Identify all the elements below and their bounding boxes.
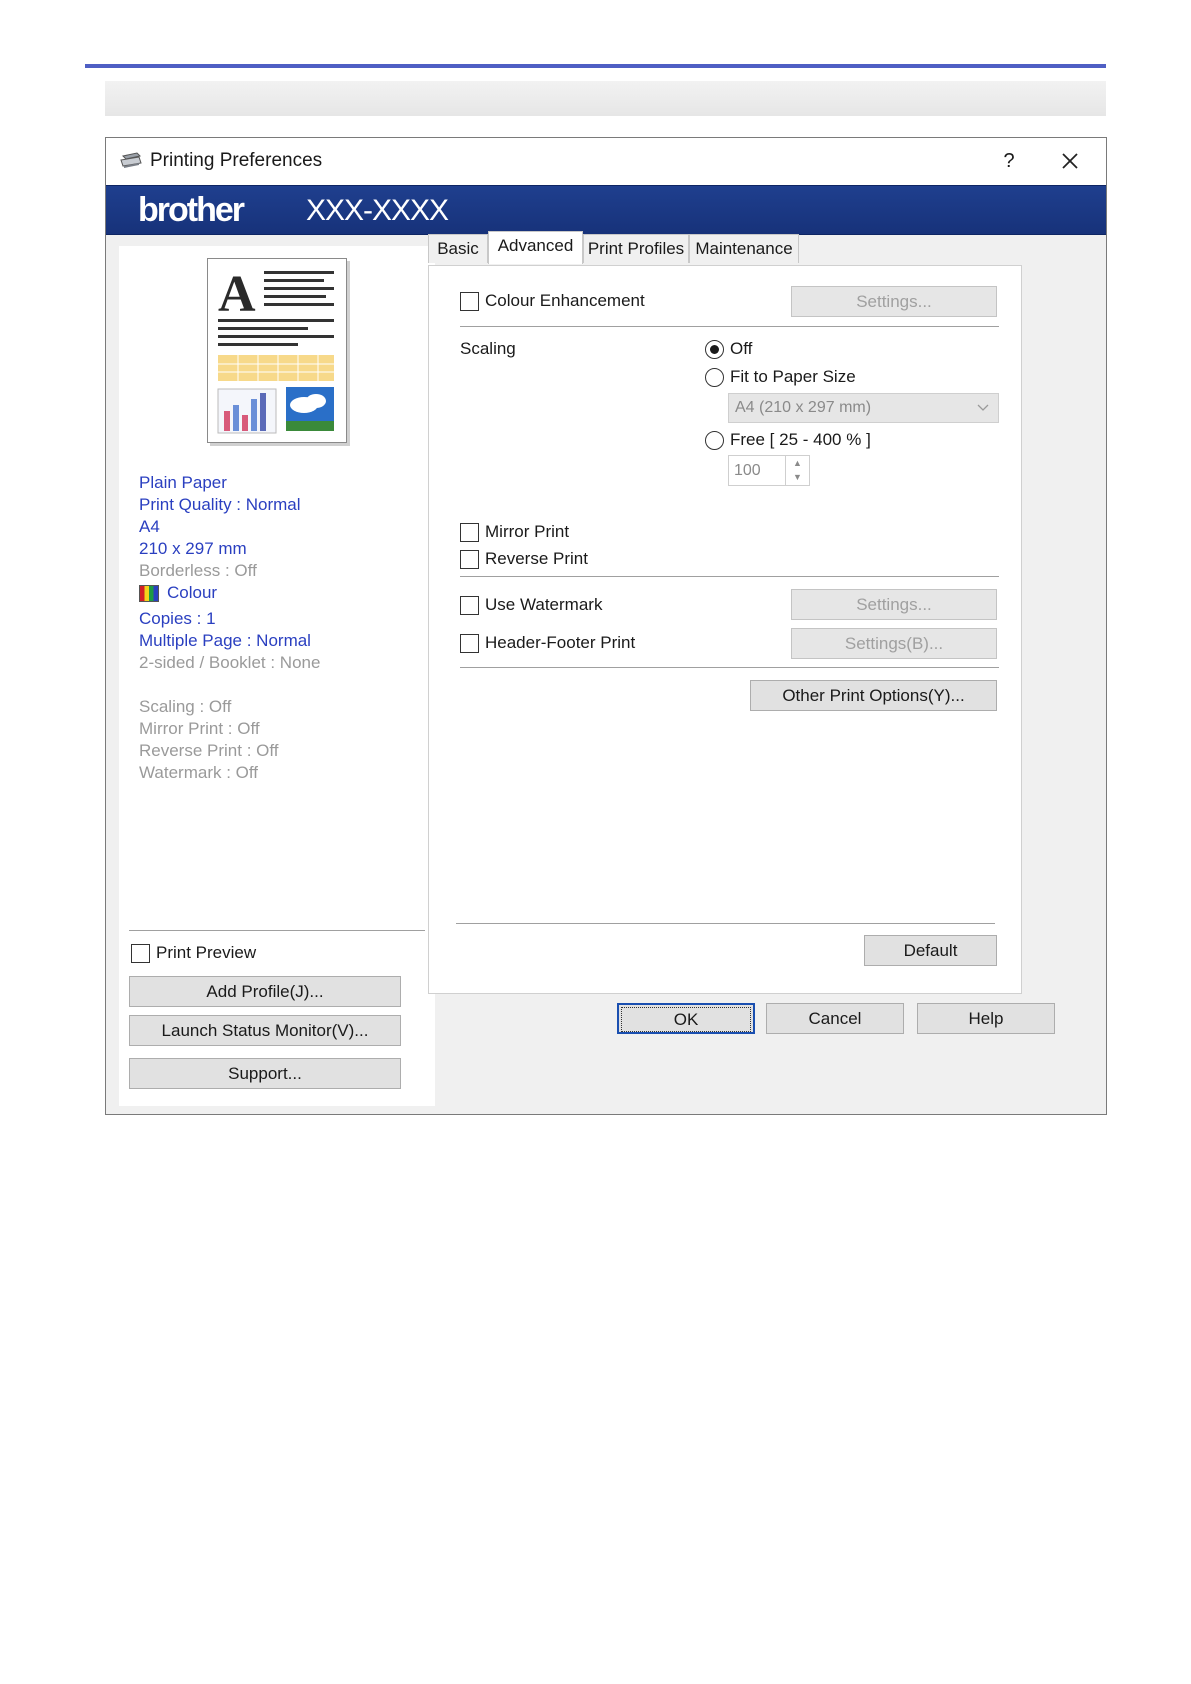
- summary-two-sided: 2-sided / Booklet : None: [139, 653, 321, 672]
- colour-enhancement-checkbox[interactable]: [460, 291, 479, 311]
- watermark-settings-button[interactable]: Settings...: [791, 589, 997, 620]
- summary-mirror: Mirror Print : Off: [139, 719, 260, 738]
- help-button[interactable]: Help: [917, 1003, 1055, 1034]
- fit-to-paper-radio[interactable]: [705, 367, 724, 387]
- tab-print-profiles[interactable]: Print Profiles: [583, 234, 689, 263]
- title-bar: Printing Preferences ?: [106, 138, 1106, 185]
- add-profile-button[interactable]: Add Profile(J)...: [129, 976, 401, 1007]
- print-preview-label: Print Preview: [156, 943, 257, 962]
- reverse-print-checkbox[interactable]: [460, 549, 479, 569]
- reverse-print-option[interactable]: Reverse Print: [460, 549, 588, 569]
- use-watermark-checkbox[interactable]: [460, 595, 479, 615]
- summary-paper-size: 210 x 297 mm: [139, 539, 247, 558]
- page-preview-thumbnail: A: [207, 258, 347, 443]
- page-top-rule: [85, 64, 1106, 68]
- ok-button[interactable]: OK: [617, 1003, 755, 1034]
- summary-copies: Copies : 1: [139, 609, 216, 628]
- free-scaling-radio[interactable]: [705, 430, 724, 450]
- stepper-down-icon[interactable]: ▼: [786, 470, 809, 484]
- header-footer-settings-button[interactable]: Settings(B)...: [791, 628, 997, 659]
- use-watermark-label: Use Watermark: [485, 595, 603, 614]
- summary-reverse: Reverse Print : Off: [139, 741, 279, 760]
- colour-enhancement-label: Colour Enhancement: [485, 291, 645, 310]
- scaling-off-radio[interactable]: [705, 339, 724, 359]
- support-button[interactable]: Support...: [129, 1058, 401, 1089]
- summary-watermark: Watermark : Off: [139, 763, 259, 782]
- section-divider: [460, 576, 999, 577]
- tab-advanced[interactable]: Advanced: [488, 231, 583, 264]
- summary-colour-row: Colour: [139, 582, 429, 604]
- settings-summary-panel: A Plain Paper Print Quality: Normal A4 …: [119, 246, 435, 1106]
- window-title: Printing Preferences: [150, 150, 323, 171]
- colour-icon: [139, 584, 159, 602]
- section-divider: [456, 923, 995, 924]
- launch-status-monitor-button[interactable]: Launch Status Monitor(V)...: [129, 1015, 401, 1046]
- help-title-button[interactable]: ?: [991, 146, 1027, 176]
- summary-borderless: Borderless : Off: [139, 561, 257, 580]
- printing-preferences-dialog: Printing Preferences ? brother XXX-XXXX …: [105, 137, 1107, 1115]
- free-scaling-label: Free [ 25 - 400 % ]: [730, 430, 871, 449]
- scaling-label: Scaling: [460, 339, 516, 358]
- header-footer-label: Header-Footer Print: [485, 633, 636, 652]
- chevron-down-icon: [977, 404, 989, 411]
- section-divider: [460, 667, 999, 668]
- fit-to-paper-option[interactable]: Fit to Paper Size: [705, 367, 856, 387]
- header-footer-checkbox[interactable]: [460, 633, 479, 653]
- reverse-print-label: Reverse Print: [485, 549, 588, 568]
- paper-size-select[interactable]: A4 (210 x 297 mm): [728, 393, 999, 423]
- print-preview-checkbox[interactable]: [131, 943, 150, 963]
- document-preview-icon: A: [217, 266, 334, 434]
- other-print-options-button[interactable]: Other Print Options(Y)...: [750, 680, 997, 711]
- close-icon[interactable]: [1052, 144, 1088, 178]
- print-preview-option[interactable]: Print Preview: [131, 943, 256, 963]
- summary-paper: A4: [139, 517, 160, 536]
- ok-label: OK: [621, 1007, 751, 1032]
- summary-colour: Colour: [167, 583, 218, 602]
- advanced-tab-panel: Colour Enhancement Settings... Scaling O…: [428, 265, 1022, 994]
- free-scaling-stepper[interactable]: 100 ▲ ▼: [728, 455, 810, 486]
- header-footer-option[interactable]: Header-Footer Print: [460, 633, 635, 653]
- mirror-print-label: Mirror Print: [485, 522, 570, 541]
- default-button[interactable]: Default: [864, 935, 997, 966]
- summary-media-type: Plain Paper: [139, 473, 227, 492]
- printer-model: XXX-XXXX: [306, 194, 449, 227]
- scaling-off-option[interactable]: Off: [705, 339, 752, 359]
- fit-to-paper-label: Fit to Paper Size: [730, 367, 856, 386]
- printer-icon: [120, 152, 142, 168]
- page-header-band: [105, 81, 1106, 116]
- brother-logo: brother: [138, 191, 245, 229]
- left-divider: [129, 930, 425, 931]
- mirror-print-option[interactable]: Mirror Print: [460, 522, 569, 542]
- summary-multiple-page: Multiple Page : Normal: [139, 631, 311, 650]
- colour-enhancement-settings-button[interactable]: Settings...: [791, 286, 997, 317]
- stepper-up-icon[interactable]: ▲: [786, 456, 809, 470]
- mirror-print-checkbox[interactable]: [460, 522, 479, 542]
- svg-text:A: A: [218, 266, 256, 323]
- free-scaling-option[interactable]: Free [ 25 - 400 % ]: [705, 430, 871, 450]
- tab-maintenance[interactable]: Maintenance: [689, 234, 799, 263]
- cancel-button[interactable]: Cancel: [766, 1003, 904, 1034]
- scaling-off-label: Off: [730, 339, 753, 358]
- free-scaling-value: 100: [734, 462, 761, 479]
- paper-size-value: A4 (210 x 297 mm): [735, 399, 872, 416]
- use-watermark-option[interactable]: Use Watermark: [460, 595, 602, 615]
- tab-basic[interactable]: Basic: [428, 234, 488, 263]
- stepper-buttons: ▲ ▼: [785, 456, 809, 485]
- settings-summary: Plain Paper Print Quality : Normal A4 21…: [139, 472, 429, 784]
- brand-banner: brother XXX-XXXX: [106, 185, 1106, 235]
- colour-enhancement-option[interactable]: Colour Enhancement: [460, 291, 645, 311]
- summary-print-quality: Print Quality : Normal: [139, 495, 301, 514]
- section-divider: [460, 326, 999, 327]
- summary-scaling: Scaling : Off: [139, 697, 232, 716]
